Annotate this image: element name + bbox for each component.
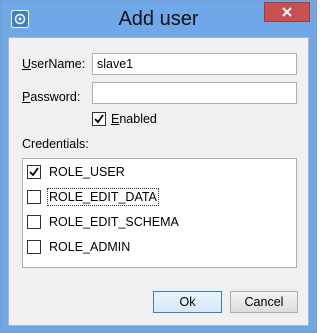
role-admin-checkbox[interactable]: [27, 240, 41, 254]
close-icon: [282, 7, 292, 17]
checkmark-icon: [29, 167, 39, 177]
role-edit-schema-checkbox[interactable]: [27, 215, 41, 229]
enabled-checkbox[interactable]: [92, 112, 106, 126]
title-bar[interactable]: Add user: [1, 1, 316, 37]
add-user-dialog: Add user UserName: Password: Enabled Cre…: [0, 0, 317, 333]
ok-button[interactable]: Ok: [153, 291, 222, 313]
credential-label: ROLE_ADMIN: [49, 240, 131, 254]
role-user-checkbox[interactable]: [27, 165, 41, 179]
username-label-text: UserName:: [22, 57, 86, 71]
credentials-label: Credentials:: [22, 137, 89, 151]
close-button[interactable]: [264, 2, 310, 22]
credentials-list[interactable]: ROLE_USER ROLE_EDIT_DATA ROLE_EDIT_SCHEM…: [22, 158, 297, 268]
checkmark-icon: [94, 114, 104, 124]
password-label-text: Password:: [22, 90, 81, 104]
enabled-label[interactable]: Enabled: [111, 112, 157, 126]
username-input[interactable]: [92, 53, 297, 75]
cancel-button[interactable]: Cancel: [230, 291, 298, 313]
credential-label: ROLE_EDIT_DATA: [47, 188, 159, 206]
password-label: Password:: [22, 90, 80, 104]
dialog-body: UserName: Password: Enabled Credentials:…: [8, 37, 309, 326]
username-label: UserName:: [22, 57, 85, 71]
password-input[interactable]: [92, 82, 297, 104]
role-edit-data-checkbox[interactable]: [27, 190, 41, 204]
credential-label: ROLE_USER: [49, 165, 125, 179]
credential-label: ROLE_EDIT_SCHEMA: [49, 215, 179, 229]
